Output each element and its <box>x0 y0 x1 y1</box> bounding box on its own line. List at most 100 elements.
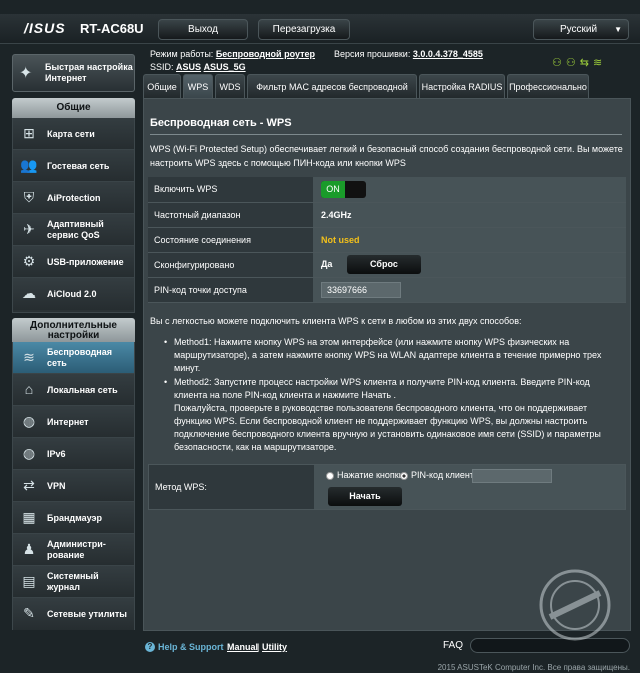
start-button[interactable]: Начать <box>328 487 402 506</box>
sidebar-item-guest-network[interactable]: 👥 Гостевая сеть <box>13 150 134 182</box>
list-item: Method2: Запустите процесс настройки WPS… <box>164 376 604 454</box>
sidebar-item-usb[interactable]: ⚙ USB-приложение <box>13 246 134 278</box>
sidebar-item-label: AiProtection <box>47 192 101 203</box>
cloud-icon: ☁ <box>22 285 36 301</box>
radio-client-pin-label: PIN-код клиента <box>411 470 479 480</box>
sidebar-item-label: AiCloud 2.0 <box>47 288 97 299</box>
table-row: Состояние соединения Not used <box>148 227 626 253</box>
sidebar-item-label: Системный журнал <box>47 571 99 592</box>
manual-link[interactable]: Manual <box>227 642 258 652</box>
mode-link[interactable]: Беспроводной роутер <box>216 49 315 59</box>
logout-button[interactable]: Выход <box>158 19 248 40</box>
radio-push-button-label: Нажатие кнопки <box>337 470 404 480</box>
tools-icon: ✎ <box>23 605 35 621</box>
lan-icon: ⌂ <box>24 381 34 397</box>
radio-dot <box>326 471 334 480</box>
status-icons: ⚇⚇⇆≋ <box>552 56 606 69</box>
ssid-link-5g[interactable]: ASUS_5G <box>204 62 246 72</box>
band-label: Частотный диапазон <box>148 202 313 228</box>
table-row: Включить WPS ON <box>148 177 626 203</box>
faq-label: FAQ <box>443 640 464 651</box>
tab-mac-filter[interactable]: Фильтр MAC адресов беспроводной сети <box>247 74 417 116</box>
sidebar-item-label: Карта сети <box>47 128 95 139</box>
radio-push-button[interactable]: Нажатие кнопки <box>326 470 404 480</box>
client-pin-input[interactable] <box>472 469 552 483</box>
tab-radius[interactable]: Настройка RADIUS <box>419 74 505 98</box>
ssid-link-24[interactable]: ASUS <box>176 62 201 72</box>
sidebar-item-label: Адаптивный сервис QoS <box>47 219 104 240</box>
reset-button[interactable]: Сброс <box>346 255 421 274</box>
band-value: 2.4GHz <box>313 202 626 228</box>
sidebar-item-syslog[interactable]: ▤ Системный журнал <box>13 566 134 598</box>
router-model: RT-AC68U <box>80 21 144 36</box>
nav-group-general: ⊞ Карта сети 👥 Гостевая сеть ⛨ AiProtect… <box>12 118 135 313</box>
sidebar-item-wireless[interactable]: ≋ Беспроводная сеть <box>13 342 134 374</box>
utility-link[interactable]: Utility <box>262 642 287 652</box>
tab-wds[interactable]: WDS <box>215 74 245 98</box>
sidebar-item-label: Локальная сеть <box>47 384 118 395</box>
ipv6-icon: ◍ <box>22 445 36 461</box>
asus-logo: /ISUS <box>24 20 66 36</box>
sidebar-item-label: Сетевые утилиты <box>47 608 127 619</box>
clients-icon[interactable]: ⚇ <box>552 57 566 69</box>
network-map-icon: ⊞ <box>23 125 35 141</box>
sidebar-item-firewall[interactable]: ▦ Брандмауэр <box>13 502 134 534</box>
usb-icon: ⚙ <box>22 253 36 269</box>
nav-group-advanced: ≋ Беспроводная сеть ⌂ Локальная сеть ◍ И… <box>12 342 135 630</box>
table-row: PIN-код точки доступа 33697666 <box>148 277 626 303</box>
enable-wps-label: Включить WPS <box>148 177 313 203</box>
title-divider <box>150 134 622 135</box>
wand-icon: ✦ <box>19 65 33 82</box>
intro-text: WPS (Wi-Fi Protected Setup) обеспечивает… <box>150 144 623 168</box>
mode-label: Режим работы: <box>150 49 214 59</box>
sidebar-item-aicloud[interactable]: ☁ AiCloud 2.0 <box>13 278 134 310</box>
sidebar-item-label: Интернет <box>47 416 89 427</box>
reboot-button[interactable]: Перезагрузка <box>258 19 350 40</box>
nav-header-advanced: Дополнительные настройки <box>12 318 135 342</box>
method2-note: Пожалуйста, проверьте в руководстве поль… <box>174 403 601 452</box>
usb-status-icon[interactable]: ⇆ <box>580 57 593 69</box>
tab-wps[interactable]: WPS <box>183 74 213 98</box>
vpn-icon: ⇄ <box>23 477 35 493</box>
sidebar-item-label: Администри-рование <box>47 539 106 560</box>
sidebar-item-internet[interactable]: ◍ Интернет <box>13 406 134 438</box>
page-title: Беспроводная сеть - WPS <box>150 117 292 129</box>
radio-dot-selected <box>400 471 408 480</box>
sidebar-item-network-map[interactable]: ⊞ Карта сети <box>13 118 134 150</box>
ap-pin-field[interactable]: 33697666 <box>321 281 401 298</box>
sidebar-item-aiprotection[interactable]: ⛨ AiProtection <box>13 182 134 214</box>
connection-status-label: Состояние соединения <box>148 227 313 253</box>
connect-methods-intro: Вы с легкостью можете подключить клиента… <box>150 316 522 326</box>
configured-label: Сконфигурировано <box>148 252 313 278</box>
tab-general[interactable]: Общие <box>143 74 181 98</box>
sidebar-item-qos[interactable]: ✈ Адаптивный сервис QoS <box>13 214 134 246</box>
wifi-status-icon[interactable]: ≋ <box>593 57 606 69</box>
admin-icon: ♟ <box>22 541 36 557</box>
firewall-icon: ▦ <box>22 509 36 525</box>
ssid-label: SSID: <box>150 62 174 72</box>
wps-method-label: Метод WPS: <box>149 465 314 509</box>
sidebar-item-administration[interactable]: ♟ Администри-рование <box>13 534 134 566</box>
sidebar-item-label: USB-приложение <box>47 256 124 267</box>
language-value: Русский <box>560 24 598 35</box>
firmware-link[interactable]: 3.0.0.4.378_4585 <box>413 49 483 59</box>
language-select[interactable]: Русский ▼ <box>533 19 629 40</box>
quick-setup-button[interactable]: ✦ Быстрая настройка Интернет <box>12 54 135 92</box>
quick-setup-label: Быстрая настройка Интернет <box>45 62 133 83</box>
sidebar-item-lan[interactable]: ⌂ Локальная сеть <box>13 374 134 406</box>
sidebar-item-label: VPN <box>47 480 66 491</box>
enable-wps-toggle[interactable]: ON <box>321 180 366 198</box>
sidebar-item-ipv6[interactable]: ◍ IPv6 <box>13 438 134 470</box>
sidebar-item-label: Брандмауэр <box>47 512 103 523</box>
network-status-icon[interactable]: ⚇ <box>566 57 580 69</box>
help-icon: ? <box>145 642 155 652</box>
configured-value: Да <box>321 258 333 269</box>
radio-client-pin[interactable]: PIN-код клиента <box>400 470 479 480</box>
table-row: Частотный диапазон 2.4GHz <box>148 202 626 228</box>
footer-separator: | <box>257 642 260 652</box>
sidebar-item-vpn[interactable]: ⇄ VPN <box>13 470 134 502</box>
main-panel: Беспроводная сеть - WPS WPS (Wi-Fi Prote… <box>143 98 631 631</box>
tab-professional[interactable]: Профессионально <box>507 74 589 98</box>
wps-settings-table: Включить WPS ON Частотный диапазон 2.4GH… <box>148 177 626 303</box>
sidebar-item-network-tools[interactable]: ✎ Сетевые утилиты <box>13 598 134 630</box>
